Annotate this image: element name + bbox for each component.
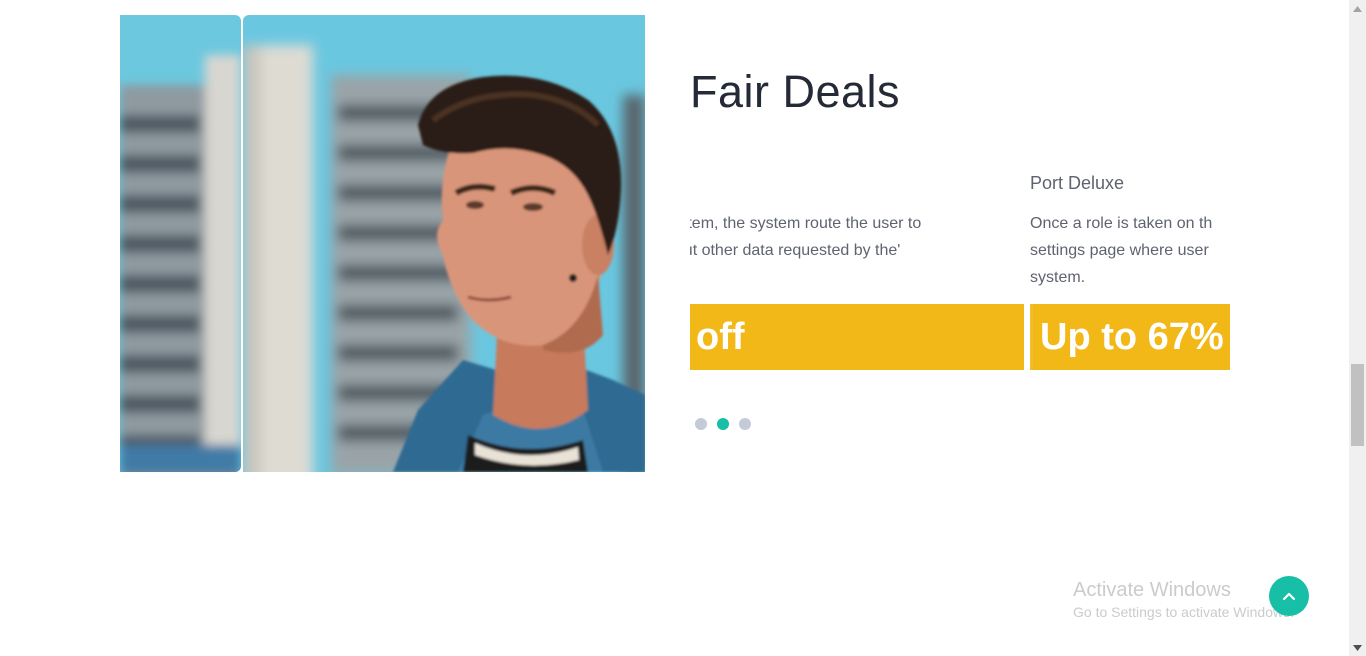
pagination-dot-2[interactable] bbox=[717, 418, 729, 430]
deal-description-line-3: system. bbox=[1030, 269, 1086, 286]
scroll-down-arrow-icon[interactable] bbox=[1349, 639, 1366, 656]
carousel-pagination bbox=[695, 418, 751, 430]
deal-card-previous[interactable]: e system, the system route the user to '… bbox=[690, 170, 1024, 370]
deal-description-line-1: e system, the system route the user to bbox=[690, 215, 922, 232]
deal-discount-banner: Up to 67% bbox=[1030, 304, 1230, 370]
activate-windows-subtitle: Go to Settings to activate Windows. bbox=[1073, 604, 1294, 620]
pagination-dot-1[interactable] bbox=[695, 418, 707, 430]
portrait-image bbox=[243, 15, 645, 472]
deal-description-line-2: 's input other data requested by the bbox=[690, 242, 901, 259]
back-to-top-button[interactable] bbox=[1269, 576, 1309, 616]
scroll-up-arrow-icon[interactable] bbox=[1349, 0, 1366, 17]
fair-deals-section: Fair Deals e system, the system route th… bbox=[690, 0, 1230, 460]
deal-description-line-1: Once a role is taken on th bbox=[1030, 215, 1213, 232]
deal-description-line-2: settings page where user bbox=[1030, 242, 1209, 259]
deals-carousel[interactable]: e system, the system route the user to '… bbox=[690, 170, 1230, 380]
previous-slide-image bbox=[120, 15, 241, 472]
carousel-slide-active[interactable] bbox=[243, 15, 645, 472]
carousel-slide-previous[interactable] bbox=[120, 15, 241, 472]
deal-card-port-deluxe[interactable]: Port Deluxe Once a role is taken on th s… bbox=[1030, 170, 1230, 370]
deal-description: e system, the system route the user to '… bbox=[690, 210, 994, 264]
pagination-dot-3[interactable] bbox=[739, 418, 751, 430]
page-scrollbar[interactable] bbox=[1349, 0, 1366, 656]
chevron-up-icon bbox=[1282, 592, 1296, 601]
deal-name: Port Deluxe bbox=[1030, 173, 1125, 193]
activate-windows-watermark: Activate Windows Go to Settings to activ… bbox=[1073, 578, 1294, 622]
deal-description: Once a role is taken on th settings page… bbox=[1030, 210, 1230, 291]
activate-windows-title: Activate Windows bbox=[1073, 579, 1231, 601]
section-title: Fair Deals bbox=[690, 66, 901, 117]
image-carousel[interactable] bbox=[120, 15, 645, 472]
scrollbar-thumb[interactable] bbox=[1351, 364, 1364, 446]
deal-discount-banner: off bbox=[690, 304, 1024, 370]
deal-name bbox=[690, 170, 980, 196]
